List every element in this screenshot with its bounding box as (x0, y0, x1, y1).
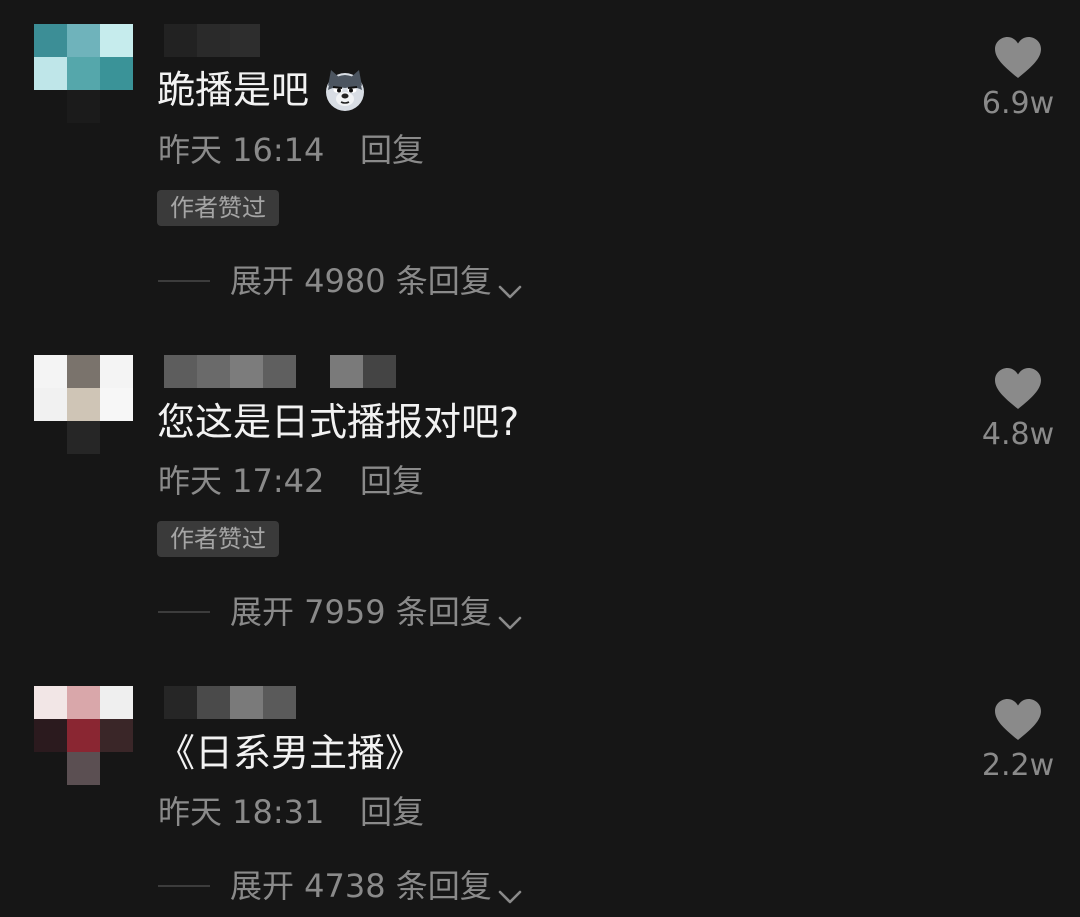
comment-item: 跪播是吧 昨天 16:14 回复 作者赞过 展开 4980 条回复 6.9w (0, 24, 1080, 314)
chevron-down-icon (496, 602, 524, 630)
divider (158, 280, 210, 282)
expand-replies-label: 展开 4980 条回复 (230, 262, 492, 300)
comment-time: 昨天 16:14 (158, 131, 325, 169)
expand-replies-label: 展开 7959 条回复 (230, 593, 492, 631)
author-liked-badge: 作者赞过 (157, 190, 279, 226)
husky-dog-emoji-icon (321, 66, 369, 114)
divider (158, 885, 210, 887)
like-button[interactable]: 4.8w (978, 367, 1058, 453)
avatar[interactable] (34, 24, 133, 154)
reply-button[interactable]: 回复 (360, 461, 424, 501)
reply-button[interactable]: 回复 (360, 792, 424, 832)
username-blurred[interactable] (164, 355, 424, 389)
heart-icon (995, 37, 1041, 78)
like-count: 2.2w (981, 748, 1055, 783)
chevron-down-icon (496, 271, 524, 299)
comment-body: 跪播是吧 (157, 68, 310, 112)
divider (158, 611, 210, 613)
chevron-down-icon (496, 876, 524, 904)
comment-text: 《日系男主播》 (157, 730, 423, 776)
comment-text: 跪播是吧 (157, 66, 369, 114)
comment-body: 《日系男主播》 (157, 731, 424, 775)
like-count: 4.8w (981, 417, 1055, 452)
expand-replies-button[interactable]: 展开 4738 条回复 (158, 866, 524, 906)
expand-replies-button[interactable]: 展开 7959 条回复 (158, 592, 524, 632)
like-button[interactable]: 2.2w (978, 698, 1058, 784)
like-count: 6.9w (981, 86, 1055, 121)
heart-icon (995, 368, 1041, 409)
comment-list: 跪播是吧 昨天 16:14 回复 作者赞过 展开 4980 条回复 6.9w 您… (0, 0, 1080, 917)
heart-icon (995, 699, 1041, 740)
avatar[interactable] (34, 686, 133, 816)
comment-body: 您这是日式播报对吧? (157, 400, 520, 444)
like-button[interactable]: 6.9w (978, 36, 1058, 122)
comment-item: 《日系男主播》 昨天 18:31 回复 展开 4738 条回复 2.2w (0, 686, 1080, 917)
comment-time: 昨天 18:31 (158, 793, 325, 831)
comment-item: 您这是日式播报对吧? 昨天 17:42 回复 作者赞过 展开 7959 条回复 … (0, 355, 1080, 645)
expand-replies-label: 展开 4738 条回复 (230, 867, 492, 905)
author-liked-badge: 作者赞过 (157, 521, 279, 557)
comment-time: 昨天 17:42 (158, 462, 325, 500)
username-blurred[interactable] (164, 686, 424, 720)
reply-button[interactable]: 回复 (360, 130, 424, 170)
avatar[interactable] (34, 355, 133, 485)
comment-text: 您这是日式播报对吧? (157, 399, 519, 445)
expand-replies-button[interactable]: 展开 4980 条回复 (158, 261, 524, 301)
username-blurred[interactable] (164, 24, 424, 58)
